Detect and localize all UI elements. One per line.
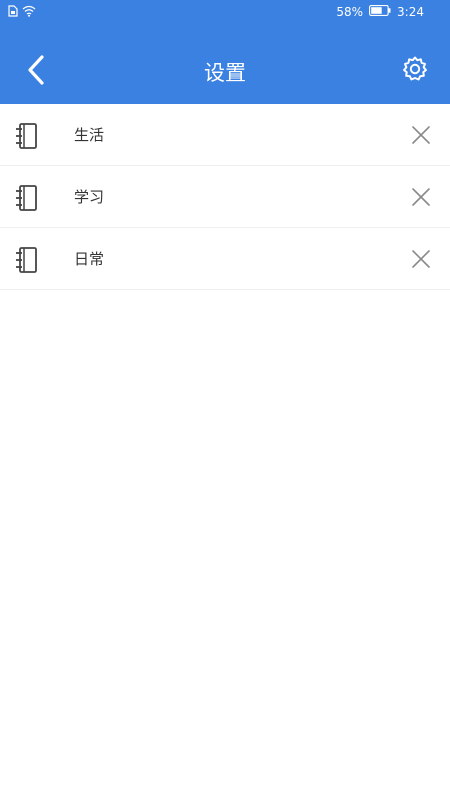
notebook-icon: [14, 184, 40, 212]
list-item[interactable]: 学习: [0, 166, 450, 228]
battery-icon: [369, 5, 391, 19]
notebook-icon: [14, 122, 40, 150]
close-icon[interactable]: [410, 124, 432, 146]
category-list: 生活 学习 日常: [0, 104, 450, 290]
battery-percent: 58%: [336, 5, 364, 19]
list-item-label: 学习: [74, 188, 105, 206]
close-icon[interactable]: [410, 248, 432, 270]
app-header: 58% 3:24 设置: [0, 0, 450, 104]
wifi-icon: [22, 5, 36, 20]
gear-icon: [401, 55, 429, 87]
status-left: [8, 5, 36, 20]
list-item-label: 日常: [74, 250, 105, 268]
settings-button[interactable]: [398, 54, 432, 88]
status-right: 58% 3:24: [336, 5, 424, 19]
close-icon[interactable]: [410, 186, 432, 208]
notebook-icon: [14, 246, 40, 274]
status-time: 3:24: [397, 5, 424, 19]
list-item[interactable]: 生活: [0, 104, 450, 166]
page-title: 设置: [204, 61, 246, 85]
sim-icon: [8, 5, 18, 20]
list-item[interactable]: 日常: [0, 228, 450, 290]
list-item-label: 生活: [74, 126, 105, 144]
title-bar: 设置: [0, 40, 450, 104]
status-bar: 58% 3:24: [0, 0, 450, 26]
